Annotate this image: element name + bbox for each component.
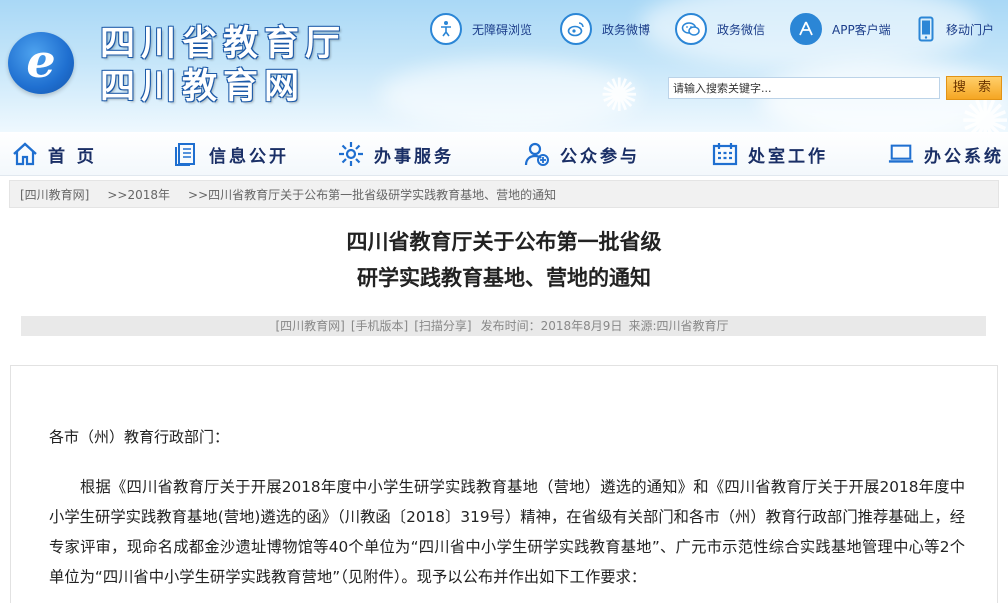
nav-item-office[interactable]: 办公系统 [888,140,1004,168]
toplink-label: 政务微信 [717,22,766,37]
breadcrumb: [四川教育网] >>2018年 >>四川省教育厅关于公布第一批省级研学实践教育基… [9,180,999,208]
nav-item-service[interactable]: 办事服务 [338,140,454,168]
main-nav: 首 页 信息公开 办事服务 公众参与 处室工作 办公系统 [0,132,1008,176]
toplink-label: 移动门户 [946,22,995,37]
nav-label: 办公系统 [924,146,1004,167]
article-meta-bar: [四川教育网] [手机版本] [扫描分享] 发布时间：2018年8月9日 来源:四川省教… [21,316,986,336]
nav-item-participation[interactable]: 公众参与 [524,140,640,168]
calendar-icon [712,141,738,167]
site-header: ✺ ✺ e 四川省教育厅 四川教育网 无障碍浏览 政务微博 政务微信 APP客户… [0,0,1008,132]
meta-site-link[interactable]: [四川教育网] [276,319,345,333]
article-title: 四川省教育厅关于公布第一批省级 研学实践教育基地、营地的通知 [0,224,1008,296]
logo-glyph: e [26,34,56,88]
site-title[interactable]: 四川省教育厅 四川教育网 [100,22,360,108]
toplink-accessibility[interactable]: 无障碍浏览 [430,12,532,46]
breadcrumb-current-link[interactable]: >>四川省教育厅关于公布第一批省级研学实践教育基地、营地的通知 [188,186,556,203]
nav-label: 信息公开 [209,146,289,167]
article-source: 来源:四川省教育厅 [628,319,729,333]
site-logo[interactable]: e [8,32,74,94]
search-input[interactable] [668,77,940,99]
nav-label: 首 页 [48,146,97,167]
nav-item-info[interactable]: 信息公开 [173,140,289,168]
toplink-mobile[interactable]: 移动门户 [916,12,994,46]
toplink-weibo[interactable]: 政务微博 [560,12,650,46]
nav-label: 公众参与 [560,146,640,167]
toplink-app[interactable]: APP客户端 [790,12,891,46]
meta-share-link[interactable]: [扫描分享] [414,319,471,333]
article-title-line2: 研学实践教育基地、营地的通知 [357,266,651,290]
breadcrumb-year-link[interactable]: >>2018年 [107,186,170,203]
breadcrumb-home-link[interactable]: [四川教育网] [20,186,89,203]
laptop-icon [888,141,914,167]
meta-mobile-link[interactable]: [手机版本] [351,319,408,333]
nav-label: 办事服务 [374,146,454,167]
site-title-line2: 四川教育网 [100,66,306,107]
toplink-label: 无障碍浏览 [472,22,533,37]
nav-item-department[interactable]: 处室工作 [712,140,828,168]
article-paragraph: 根据《四川省教育厅关于开展2018年度中小学生研学实践教育基地（营地）遴选的通知… [49,478,965,586]
app-store-icon [790,13,822,45]
toplink-label: APP客户端 [832,22,891,37]
accessibility-icon [430,13,462,45]
nav-item-home[interactable]: 首 页 [12,140,97,168]
wechat-icon [675,13,707,45]
article-salutation: 各市（州）教育行政部门： [49,428,230,446]
home-icon [12,141,38,167]
document-stack-icon [173,141,199,167]
site-title-line1: 四川省教育厅 [100,23,347,64]
dandelion-decoration-icon: ✺ [600,68,639,122]
user-plus-icon [524,141,550,167]
search-button[interactable]: 搜 索 [946,76,1002,100]
mobile-phone-icon [916,13,936,45]
service-gear-icon [338,141,364,167]
toplink-wechat[interactable]: 政务微信 [675,12,765,46]
toplink-label: 政务微博 [602,22,651,37]
nav-label: 处室工作 [748,146,828,167]
article-title-line1: 四川省教育厅关于公布第一批省级 [346,230,662,254]
weibo-icon [560,13,592,45]
publish-time: 发布时间：2018年8月9日 [480,319,623,333]
